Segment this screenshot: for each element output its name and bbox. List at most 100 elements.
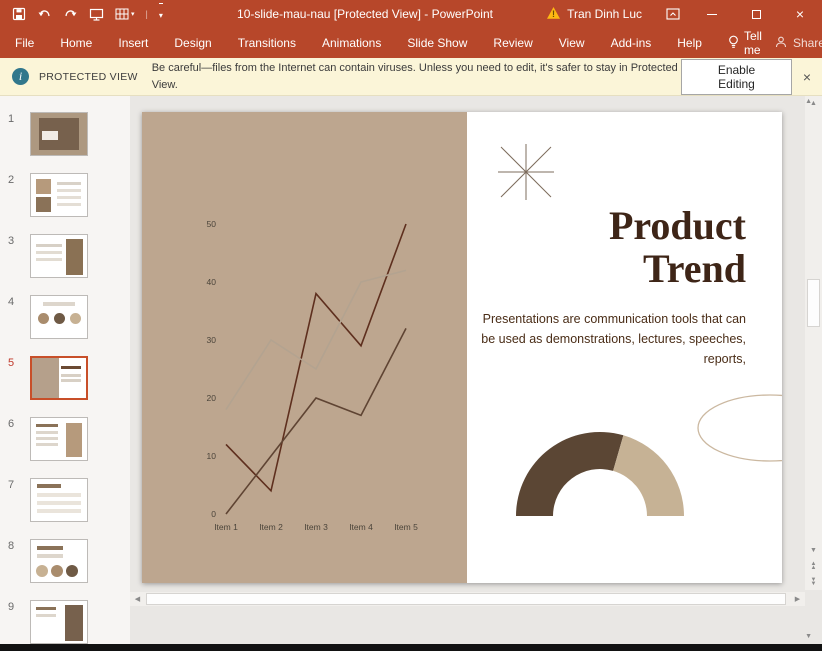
- ribbon-tab-bar: File Home Insert Design Transitions Anim…: [0, 28, 822, 58]
- vertical-scrollbar[interactable]: ▲ ▼ ▲▲ ▼▼: [805, 96, 822, 590]
- slide-thumbnail-4[interactable]: [30, 295, 88, 339]
- ribbon-display-options-icon[interactable]: [656, 0, 690, 28]
- close-button[interactable]: ×: [778, 0, 822, 28]
- tab-design[interactable]: Design: [161, 28, 224, 58]
- svg-text:Item 4: Item 4: [349, 522, 373, 532]
- minimize-button[interactable]: [690, 0, 734, 28]
- slide-row-2: 2: [0, 173, 130, 217]
- svg-text:20: 20: [207, 393, 217, 403]
- slide-thumbnail-2[interactable]: [30, 173, 88, 217]
- touch-mode-icon[interactable]: ▾: [115, 3, 135, 25]
- message-bar-close-icon[interactable]: ×: [798, 69, 816, 85]
- tab-animations[interactable]: Animations: [309, 28, 394, 58]
- slide-row-8: 8: [0, 539, 130, 583]
- screen-edge: [0, 644, 822, 651]
- panel-scroll-down-icon[interactable]: ▼: [805, 633, 812, 640]
- enable-editing-button[interactable]: Enable Editing: [681, 59, 792, 95]
- start-slideshow-icon[interactable]: [89, 3, 104, 25]
- slide-number: 8: [8, 539, 30, 583]
- protected-view-label: PROTECTED VIEW: [39, 71, 138, 83]
- horizontal-scroll-thumb[interactable]: [146, 593, 786, 605]
- slide-canvas[interactable]: 0 10 20 30 40 50 Item 1 Item 2 Item 3 Item 4 Item …: [142, 112, 782, 583]
- slide-row-9: 9: [0, 600, 130, 644]
- info-icon: i: [12, 68, 29, 85]
- slide-thumbnail-7[interactable]: [30, 478, 88, 522]
- protected-view-message: Be careful—files from the Internet can c…: [152, 60, 681, 93]
- title-bar: ▾ | ▾ 10-slide-mau-nau [Protected View] …: [0, 0, 822, 28]
- tab-transitions[interactable]: Transitions: [225, 28, 309, 58]
- slide-row-3: 3: [0, 234, 130, 278]
- horizontal-scroll-track[interactable]: [145, 592, 790, 606]
- workspace: 1 2 3 4 5 6 7: [0, 96, 822, 644]
- svg-text:Item 5: Item 5: [394, 522, 418, 532]
- svg-text:30: 30: [207, 335, 217, 345]
- half-donut-chart: [510, 428, 690, 518]
- svg-text:50: 50: [207, 219, 217, 229]
- tab-insert[interactable]: Insert: [105, 28, 161, 58]
- slide-number: 1: [8, 112, 30, 156]
- slide-thumbnail-9[interactable]: [30, 600, 88, 644]
- svg-text:Item 2: Item 2: [259, 522, 283, 532]
- slide-row-6: 6: [0, 417, 130, 461]
- slide-thumbnail-1[interactable]: [30, 112, 88, 156]
- slide-row-4: 4: [0, 295, 130, 339]
- slide-number: 9: [8, 600, 30, 644]
- previous-slide-button[interactable]: ▲▲: [805, 558, 822, 574]
- slide-number: 6: [8, 417, 30, 461]
- customize-qat-icon[interactable]: ▾: [159, 3, 163, 25]
- person-icon: [775, 36, 787, 51]
- protected-view-bar: i PROTECTED VIEW Be careful—files from t…: [0, 58, 822, 96]
- powerpoint-window: ▾ | ▾ 10-slide-mau-nau [Protected View] …: [0, 0, 822, 651]
- lightbulb-icon: [728, 35, 739, 52]
- slide-thumbnail-5-selected[interactable]: [30, 356, 88, 400]
- slide-thumbnail-3[interactable]: [30, 234, 88, 278]
- tab-view[interactable]: View: [546, 28, 598, 58]
- slide-number: 4: [8, 295, 30, 339]
- account-name[interactable]: ! Tran Dinh Luc: [546, 6, 642, 23]
- slide-row-7: 7: [0, 478, 130, 522]
- scroll-right-icon[interactable]: ▶: [790, 595, 805, 603]
- line-chart: 0 10 20 30 40 50 Item 1 Item 2 Item 3 Item 4 Item …: [180, 214, 420, 544]
- tab-file[interactable]: File: [2, 28, 47, 58]
- tab-help[interactable]: Help: [664, 28, 715, 58]
- tell-me-box[interactable]: Tell me: [715, 29, 775, 57]
- tab-review[interactable]: Review: [480, 28, 545, 58]
- svg-text:10: 10: [207, 451, 217, 461]
- slide-title: Product Trend: [536, 204, 746, 290]
- slide-thumbnail-panel: 1 2 3 4 5 6 7: [0, 96, 130, 644]
- undo-icon[interactable]: [37, 3, 52, 25]
- svg-text:0: 0: [211, 509, 216, 519]
- vertical-scroll-thumb[interactable]: [807, 279, 820, 327]
- vertical-scroll-track[interactable]: [805, 111, 822, 543]
- slide-body-text: Presentations are communication tools th…: [478, 309, 746, 369]
- tab-slideshow[interactable]: Slide Show: [394, 28, 480, 58]
- slide-number: 2: [8, 173, 30, 217]
- horizontal-scrollbar[interactable]: ◀ ▶: [130, 592, 805, 606]
- warning-icon: !: [546, 6, 561, 23]
- maximize-button[interactable]: [734, 0, 778, 28]
- svg-text:!: !: [552, 9, 555, 19]
- tab-addins[interactable]: Add-ins: [598, 28, 665, 58]
- slide-thumbnail-6[interactable]: [30, 417, 88, 461]
- tab-home[interactable]: Home: [47, 28, 105, 58]
- star-decoration-icon: [492, 138, 560, 206]
- slide-row-5: 5: [0, 356, 130, 400]
- slide-number: 7: [8, 478, 30, 522]
- ellipse-decoration: [695, 393, 782, 463]
- save-icon[interactable]: [12, 3, 26, 25]
- panel-scroll-up-icon[interactable]: ▲: [805, 98, 812, 105]
- qat-separator: |: [146, 3, 148, 25]
- scroll-down-icon[interactable]: ▼: [805, 543, 822, 558]
- slide-number: 3: [8, 234, 30, 278]
- slide-row-1: 1: [0, 112, 130, 156]
- svg-text:Item 3: Item 3: [304, 522, 328, 532]
- redo-icon[interactable]: [63, 3, 78, 25]
- slide-thumbnail-8[interactable]: [30, 539, 88, 583]
- quick-access-toolbar: ▾ | ▾: [0, 3, 163, 25]
- next-slide-button[interactable]: ▼▼: [805, 574, 822, 590]
- svg-text:40: 40: [207, 277, 217, 287]
- titlebar-right: ! Tran Dinh Luc ×: [546, 0, 822, 28]
- svg-text:Item 1: Item 1: [214, 522, 238, 532]
- scroll-left-icon[interactable]: ◀: [130, 595, 145, 603]
- share-button[interactable]: Share: [775, 36, 822, 51]
